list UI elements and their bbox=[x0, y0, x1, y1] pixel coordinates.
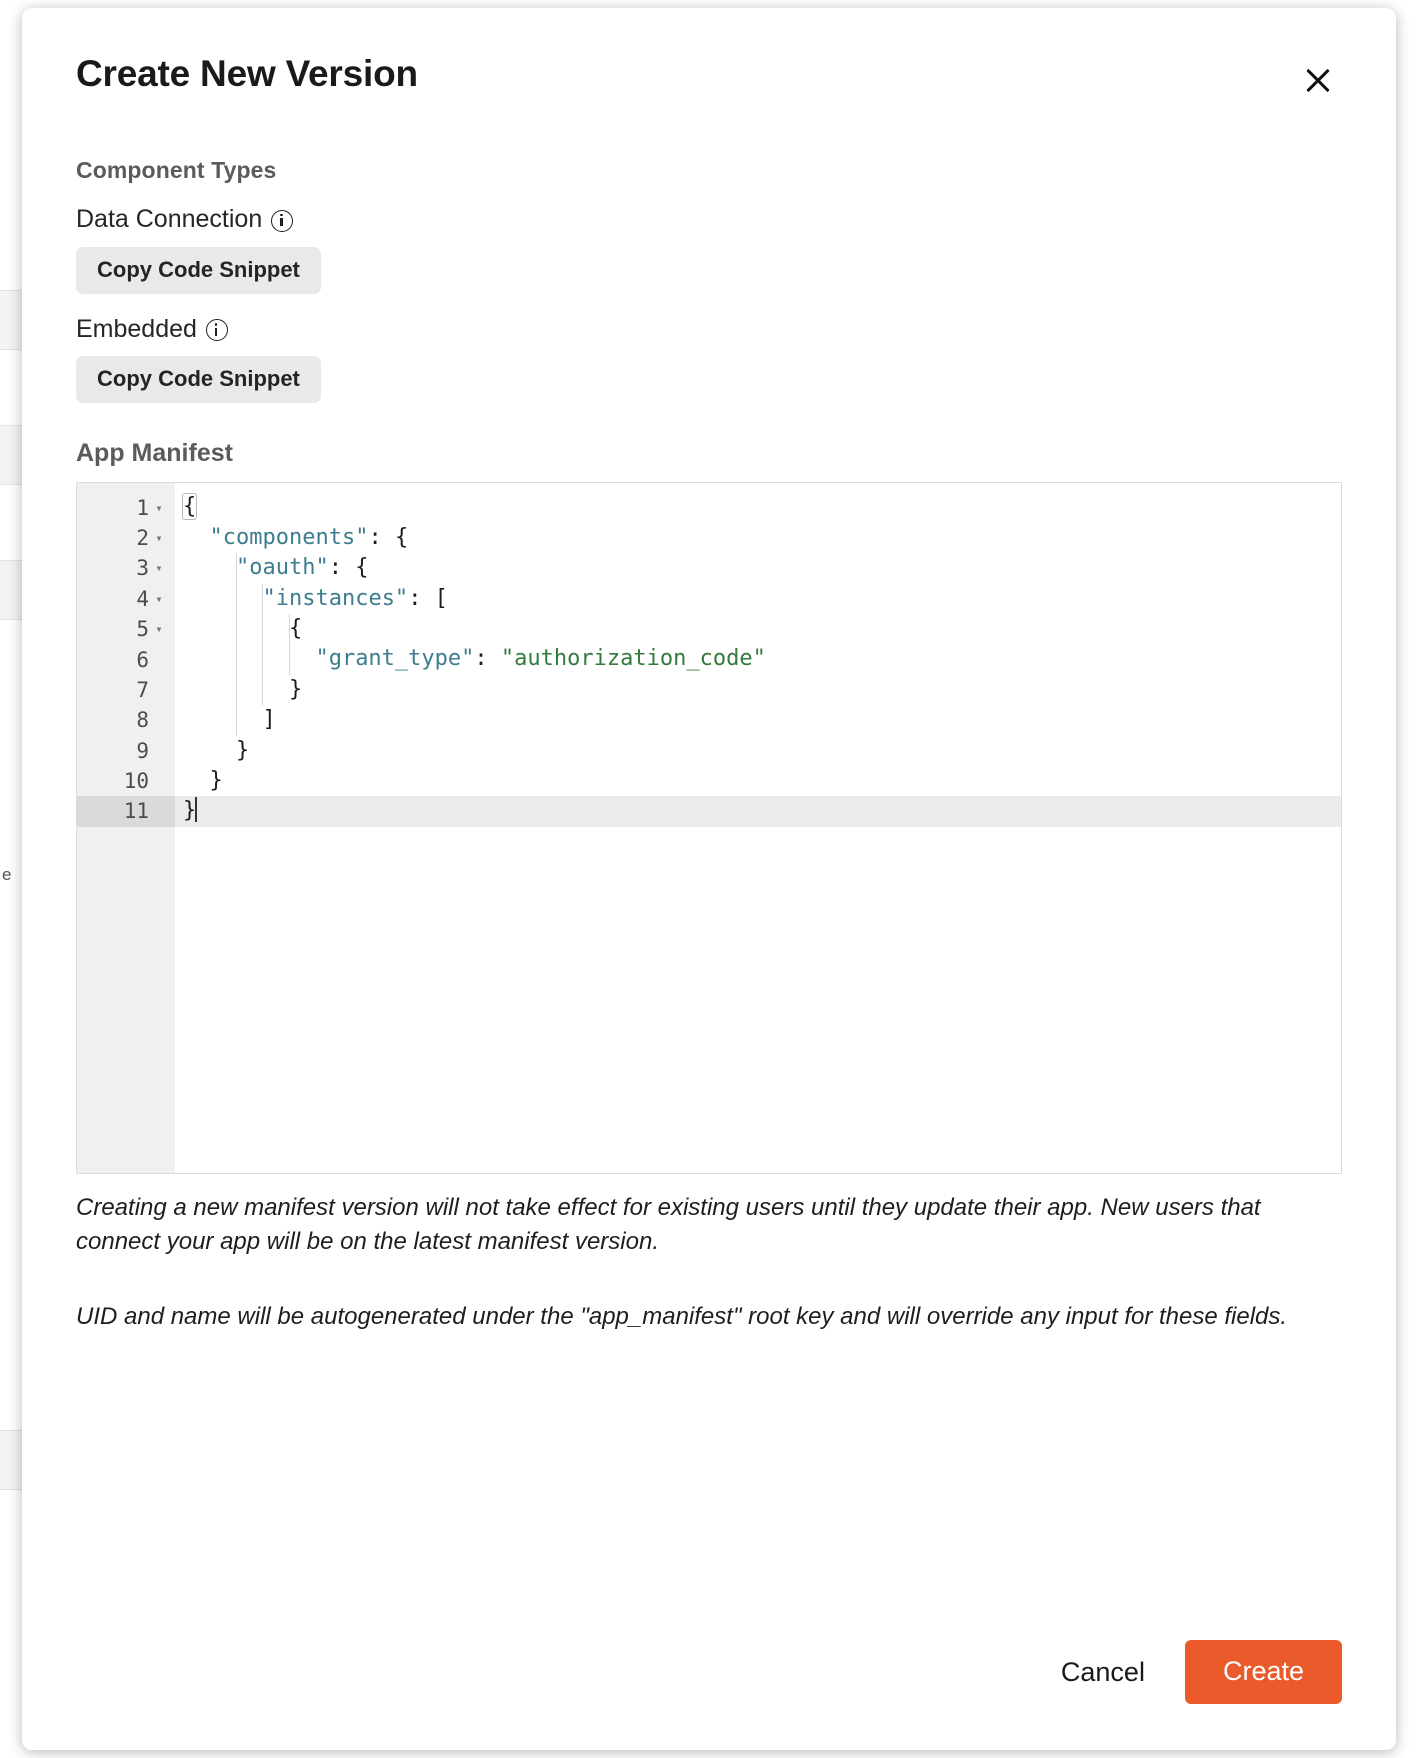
json-key-token: "oauth" bbox=[235, 555, 329, 581]
editor-gutter-row[interactable]: 10▾ bbox=[77, 766, 175, 796]
editor-gutter-row[interactable]: 3 ▾ bbox=[77, 553, 175, 583]
editor-code-line[interactable]: "oauth": { bbox=[175, 553, 1341, 583]
cancel-button[interactable]: Cancel bbox=[1043, 1645, 1163, 1700]
editor-gutter-row[interactable]: 8▾ bbox=[77, 705, 175, 735]
indent-guide bbox=[288, 613, 290, 675]
line-number: 11 bbox=[123, 799, 149, 824]
editor-code-line[interactable]: ] bbox=[175, 705, 1341, 735]
fold-arrow-icon[interactable]: ▾ bbox=[149, 502, 169, 514]
editor-gutter-row[interactable]: 9▾ bbox=[77, 736, 175, 766]
editor-gutter-row[interactable]: 11▾ bbox=[77, 796, 175, 827]
line-number: 2 bbox=[136, 525, 149, 550]
app-manifest-heading: App Manifest bbox=[76, 439, 233, 468]
editor-gutter-row[interactable]: 6▾ bbox=[77, 644, 175, 674]
component-type-data-connection: Data Connection Copy Code Snippet bbox=[76, 205, 1342, 294]
fold-arrow-icon[interactable]: ▾ bbox=[149, 623, 169, 635]
uid-autogeneration-note: UID and name will be autogenerated under… bbox=[76, 1302, 1288, 1330]
embedded-label: Embedded bbox=[76, 314, 197, 343]
editor-code-line[interactable]: } bbox=[175, 675, 1341, 705]
copy-code-snippet-button-embedded[interactable]: Copy Code Snippet bbox=[76, 356, 321, 404]
editor-gutter-row[interactable]: 1 ▾ bbox=[77, 492, 175, 522]
json-key-token: "components" bbox=[209, 524, 369, 550]
background-strip-4 bbox=[0, 1430, 22, 1490]
editor-gutter-row[interactable]: 2 ▾ bbox=[77, 523, 175, 553]
editor-code-line[interactable]: { bbox=[175, 614, 1341, 644]
line-number: 4 bbox=[136, 586, 149, 611]
text-cursor bbox=[195, 797, 198, 823]
embedded-label-row: Embedded bbox=[76, 314, 1342, 344]
json-string-token: "authorization_code" bbox=[500, 646, 766, 672]
data-connection-label-row: Data Connection bbox=[76, 205, 1342, 234]
info-icon[interactable] bbox=[271, 209, 294, 232]
editor-gutter-row[interactable]: 7▾ bbox=[77, 675, 175, 705]
background-edge-letter: e bbox=[2, 865, 12, 884]
fold-arrow-icon[interactable]: ▾ bbox=[149, 532, 169, 544]
background-strip-1 bbox=[0, 290, 22, 350]
create-button[interactable]: Create bbox=[1184, 1640, 1342, 1704]
app-manifest-code-editor[interactable]: 1▾2▾3▾4▾5▾6▾7▾8▾9▾10▾11▾ { "components":… bbox=[76, 482, 1342, 1175]
line-number: 7 bbox=[136, 677, 149, 702]
background-strip-2 bbox=[0, 425, 22, 485]
page-title: Create New Version bbox=[76, 53, 418, 94]
manifest-version-note: Creating a new manifest version will not… bbox=[76, 1194, 1261, 1256]
editor-code-line[interactable]: "instances": [ bbox=[175, 584, 1341, 614]
component-types-heading: Component Types bbox=[76, 157, 277, 183]
line-number: 10 bbox=[123, 769, 149, 794]
json-key-token: "grant_type" bbox=[315, 646, 475, 672]
editor-gutter-row[interactable]: 5 ▾ bbox=[77, 614, 175, 644]
dialog-header: Create New Version bbox=[76, 53, 1342, 102]
editor-code-line[interactable]: { bbox=[175, 492, 1341, 522]
line-number: 5 bbox=[136, 617, 149, 642]
editor-code-line[interactable]: } bbox=[175, 796, 1341, 827]
create-new-version-dialog: Create New Version Component Types Data … bbox=[22, 8, 1396, 1750]
fold-arrow-icon[interactable]: ▾ bbox=[149, 593, 169, 605]
editor-code-line[interactable]: "components": { bbox=[175, 523, 1341, 553]
editor-line-number-gutter[interactable]: 1▾2▾3▾4▾5▾6▾7▾8▾9▾10▾11▾ bbox=[77, 483, 175, 1174]
editor-gutter-row[interactable]: 4 ▾ bbox=[77, 584, 175, 614]
data-connection-label: Data Connection bbox=[76, 205, 263, 233]
json-key-token: "instances" bbox=[262, 585, 409, 611]
info-icon[interactable] bbox=[205, 319, 228, 342]
line-number: 1 bbox=[136, 495, 149, 520]
editor-code-area[interactable]: { "components": { "oauth": { "instances"… bbox=[175, 483, 1341, 1173]
line-number: 9 bbox=[136, 738, 149, 763]
line-number: 8 bbox=[136, 708, 149, 733]
editor-code-line[interactable]: "grant_type": "authorization_code" bbox=[175, 644, 1341, 674]
indent-guide bbox=[235, 553, 237, 736]
line-number: 6 bbox=[136, 647, 149, 672]
component-type-embedded: Embedded Copy Code Snippet bbox=[76, 314, 1342, 404]
matching-bracket-highlight: { bbox=[181, 493, 198, 521]
editor-code-line[interactable]: } bbox=[175, 766, 1341, 796]
indent-guide bbox=[262, 583, 264, 706]
line-number: 3 bbox=[136, 556, 149, 581]
background-strip-3 bbox=[0, 560, 22, 620]
copy-code-snippet-button-data-connection[interactable]: Copy Code Snippet bbox=[76, 246, 321, 294]
close-icon[interactable] bbox=[1296, 58, 1340, 102]
editor-code-line[interactable]: } bbox=[175, 736, 1341, 766]
fold-arrow-icon[interactable]: ▾ bbox=[149, 562, 169, 574]
dialog-footer: Cancel Create bbox=[76, 1640, 1342, 1704]
